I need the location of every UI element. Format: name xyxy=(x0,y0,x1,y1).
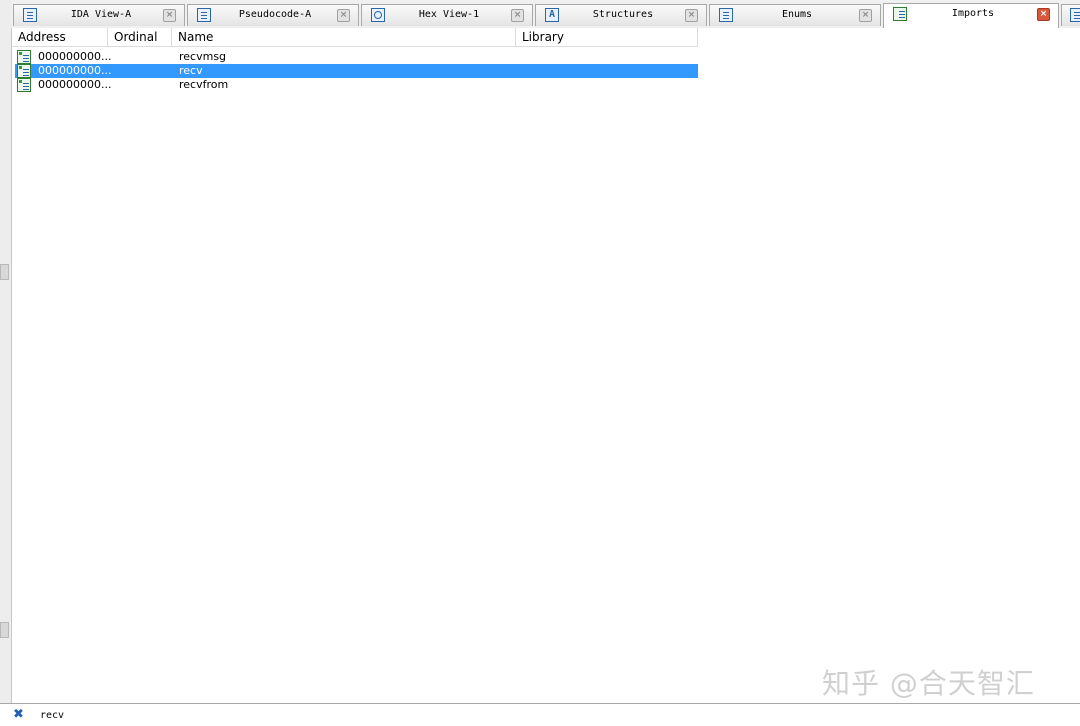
tab-enums[interactable]: Enums × xyxy=(709,4,881,26)
enums-icon xyxy=(719,8,733,22)
tab-label: IDA View-A xyxy=(70,9,132,20)
tab-bar: IDA View-A × Pseudocode-A × Hex View-1 ×… xyxy=(11,0,1080,29)
address-cell: 000000000... xyxy=(38,78,112,91)
import-function-icon xyxy=(17,50,31,64)
pseudocode-icon xyxy=(197,8,211,22)
close-tab-icon[interactable]: × xyxy=(163,9,176,22)
tab-ida-view-a[interactable]: IDA View-A × xyxy=(13,4,185,26)
tab-overflow[interactable] xyxy=(1061,4,1080,26)
column-name[interactable]: Name xyxy=(172,28,516,47)
import-function-icon xyxy=(17,78,31,92)
filter-input[interactable] xyxy=(34,707,446,723)
close-tab-icon[interactable]: × xyxy=(859,9,872,22)
import-function-icon xyxy=(17,64,31,78)
gutter-marker[interactable] xyxy=(0,264,9,280)
ida-view-icon xyxy=(23,8,37,22)
tab-imports[interactable]: Imports × xyxy=(883,3,1059,28)
ida-imports-window: IDA View-A × Pseudocode-A × Hex View-1 ×… xyxy=(0,0,1080,726)
close-tab-icon[interactable]: × xyxy=(1037,8,1050,21)
watermark: 知乎 @合天智汇 xyxy=(822,667,1035,700)
name-cell: recvfrom xyxy=(179,78,229,91)
gutter-marker[interactable] xyxy=(0,622,9,638)
address-cell: 000000000... xyxy=(38,64,112,77)
tab-label: Hex View-1 xyxy=(418,9,480,20)
column-library[interactable]: Library xyxy=(516,28,698,47)
address-cell: 000000000... xyxy=(38,50,112,63)
imports-icon xyxy=(893,7,907,21)
close-filter-icon[interactable]: ✖ xyxy=(12,708,25,721)
tab-label: Imports xyxy=(951,8,995,19)
structures-icon: A xyxy=(545,8,559,22)
close-tab-icon[interactable]: × xyxy=(511,9,524,22)
name-cell: recv xyxy=(179,64,203,77)
imports-list[interactable]: Address Ordinal Name Library 000000000..… xyxy=(11,28,1080,703)
column-address[interactable]: Address xyxy=(12,28,108,47)
import-row[interactable]: 000000000... recvmsg xyxy=(15,50,698,64)
tab-label: Pseudocode-A xyxy=(238,9,312,20)
tab-label: Enums xyxy=(781,9,813,20)
close-tab-icon[interactable]: × xyxy=(337,9,350,22)
hex-view-icon xyxy=(371,8,385,22)
overflow-tab-icon xyxy=(1070,8,1080,22)
close-tab-icon[interactable]: × xyxy=(685,9,698,22)
column-ordinal[interactable]: Ordinal xyxy=(108,28,172,47)
import-row[interactable]: 000000000... recvfrom xyxy=(15,78,698,92)
name-cell: recvmsg xyxy=(179,50,227,63)
tab-label: Structures xyxy=(592,9,654,20)
tab-hex-view-1[interactable]: Hex View-1 × xyxy=(361,4,533,26)
tab-structures[interactable]: A Structures × xyxy=(535,4,707,26)
tab-pseudocode-a[interactable]: Pseudocode-A × xyxy=(187,4,359,26)
quick-filter-bar: ✖ xyxy=(0,703,1080,726)
import-row-selected[interactable]: 000000000... recv xyxy=(15,64,698,78)
